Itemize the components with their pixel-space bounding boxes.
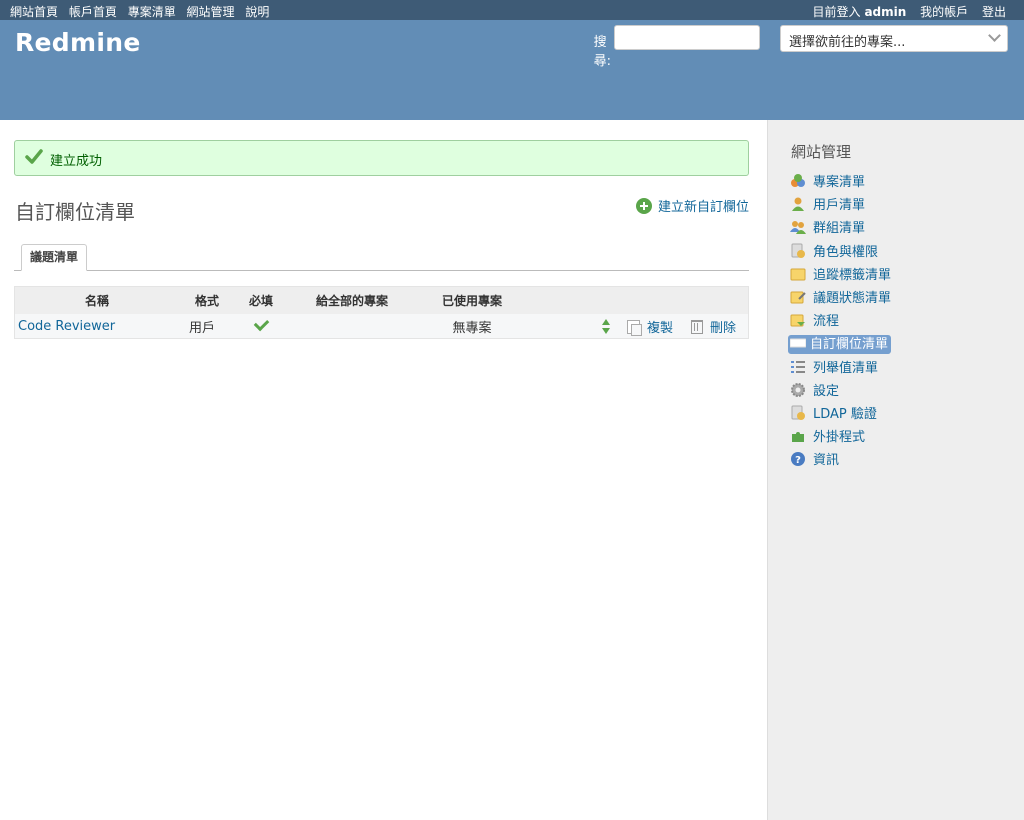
flash-text: 建立成功 [50,154,103,169]
my-account-link[interactable]: 我的帳戶 [920,5,968,19]
tabs: 議題清單 [14,242,749,271]
issue-status-icon [790,291,806,304]
sidebar-item-label[interactable]: 設定 [813,384,839,399]
new-custom-field-link[interactable]: 建立新自訂欄位 [635,196,749,215]
workflow-icon [790,314,805,327]
custom-field-for-all [287,314,417,339]
sidebar-item-roles[interactable]: 角色與權限 [790,243,891,266]
user-icon [792,197,804,212]
admin-menu: 專案清單 用戶清單 群組清單 角色與權限 追蹤標籤清單 議題狀態清單 流程 自訂… [788,173,892,474]
selected-highlight: 自訂欄位清單 [788,335,892,355]
col-name: 名稱 [14,286,179,314]
top-menu-right: 目前登入 admin 我的帳戶 登出 [802,3,1006,20]
top-menu-home[interactable]: 網站首頁 [10,5,58,19]
top-menu-my-page[interactable]: 帳戶首頁 [69,5,117,19]
sidebar-item-label[interactable]: LDAP 驗證 [813,407,877,422]
logout-link[interactable]: 登出 [982,5,1006,19]
sidebar-item-ldap[interactable]: LDAP 驗證 [790,405,891,428]
sidebar-item-projects[interactable]: 專案清單 [790,173,891,196]
top-menu: 網站首頁 帳戶首頁 專案清單 網站管理 說明 目前登入 admin 我的帳戶 登出 [0,0,1024,20]
plugin-icon [792,432,804,443]
table-header-row: 名稱 格式 必填 給全部的專案 已使用專案 [14,286,749,314]
sidebar-item-label[interactable]: 群組清單 [813,221,865,236]
group-icon [790,221,806,235]
page-title: 自訂欄位清單 [15,200,135,224]
sidebar-item-label[interactable]: 外掛程式 [813,430,865,445]
required-check-icon [253,315,269,331]
sidebar-item-users[interactable]: 用戶清單 [790,196,891,219]
sidebar-item-label[interactable]: 追蹤標籤清單 [813,268,891,283]
new-custom-field-label[interactable]: 建立新自訂欄位 [658,200,749,215]
sidebar-item-plugins[interactable]: 外掛程式 [790,428,891,451]
check-icon [25,149,43,164]
ldap-icon [791,405,805,420]
sidebar-item-trackers[interactable]: 追蹤標籤清單 [790,266,891,289]
sidebar-item-label[interactable]: 用戶清單 [813,198,865,213]
sidebar: 網站管理 專案清單 用戶清單 群組清單 角色與權限 追蹤標籤清單 議題狀態清單 … [767,120,1024,820]
custom-field-format: 用戶 [179,314,235,339]
sidebar-item-settings[interactable]: 設定 [790,382,891,405]
copy-icon [626,319,642,336]
sidebar-item-enumerations[interactable]: 列舉值清單 [790,359,891,382]
col-format: 格式 [179,286,235,314]
sidebar-title: 網站管理 [791,143,852,161]
sidebar-item-workflow[interactable]: 流程 [790,312,891,335]
chevron-down-icon [988,29,1001,42]
sidebar-item-info[interactable]: ? 資訊 [790,451,891,474]
col-used-by: 已使用專案 [417,286,527,314]
info-icon: ? [791,452,805,467]
main-content: 建立成功 自訂欄位清單 建立新自訂欄位 議題清單 名稱 格式 必填 給全部的專案… [0,120,767,820]
svg-text:?: ? [795,455,801,466]
sidebar-item-label[interactable]: 專案清單 [813,175,865,190]
sidebar-item-label[interactable]: 流程 [813,314,839,329]
list-icon [791,360,805,373]
custom-field-used-by: 無專案 [417,314,527,339]
roles-icon [791,243,805,258]
project-jump-select[interactable]: 選擇欲前往的專案... [780,25,1008,52]
col-for-all: 給全部的專案 [287,286,417,314]
logged-in-user[interactable]: admin [864,5,906,19]
delete-link[interactable]: 刪除 [710,321,736,336]
sidebar-item-label[interactable]: 議題狀態清單 [813,291,891,306]
col-actions [527,286,749,314]
row-actions: 複製 刪除 [527,314,749,339]
add-icon [635,198,652,214]
col-required: 必填 [235,286,287,314]
app-logo[interactable]: Redmine [15,28,141,57]
custom-field-name-link[interactable]: Code Reviewer [18,319,115,334]
sidebar-item-groups[interactable]: 群組清單 [790,219,891,242]
sidebar-item-label[interactable]: 自訂欄位清單 [810,337,888,352]
reorder-handle-icon[interactable] [601,318,611,335]
sidebar-item-label[interactable]: 資訊 [813,453,839,468]
projects-icon [791,174,805,187]
top-menu-projects[interactable]: 專案清單 [128,5,176,19]
copy-link[interactable]: 複製 [647,321,673,336]
project-jump-text: 選擇欲前往的專案... [789,35,906,50]
custom-fields-table: 名稱 格式 必填 給全部的專案 已使用專案 Code Reviewer 用戶 無… [14,286,749,339]
table-row: Code Reviewer 用戶 無專案 複製 刪除 [14,314,749,339]
top-menu-administration[interactable]: 網站管理 [187,5,235,19]
search-label: 搜尋: [593,35,612,69]
sidebar-item-label[interactable]: 角色與權限 [813,245,878,260]
top-menu-help[interactable]: 說明 [245,5,269,19]
header: Redmine 搜尋: 選擇欲前往的專案... [0,20,1024,120]
trash-icon [690,319,703,334]
gear-icon [791,382,805,397]
sidebar-item-issue-statuses[interactable]: 議題狀態清單 [790,289,891,312]
logged-in-label: 目前登入 [812,5,861,19]
tab-issues[interactable]: 議題清單 [21,244,88,271]
sidebar-item-custom-fields[interactable]: 自訂欄位清單 [788,335,892,358]
flash-notice: 建立成功 [14,140,749,176]
top-menu-left: 網站首頁 帳戶首頁 專案清單 網站管理 說明 [10,3,276,20]
custom-fields-icon [790,338,806,348]
tracker-icon [790,268,806,281]
search-input[interactable] [614,25,760,50]
sidebar-item-label[interactable]: 列舉值清單 [813,361,878,376]
